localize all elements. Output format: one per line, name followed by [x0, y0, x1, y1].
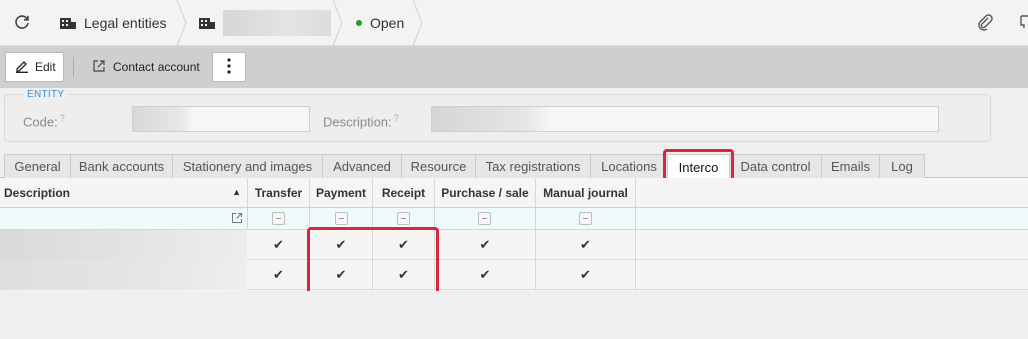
filter-checkbox-icon[interactable]	[478, 212, 491, 225]
table-row[interactable]: ✔ ✔ ✔ ✔ ✔	[0, 260, 1028, 290]
manual-journal-cell[interactable]: ✔	[536, 260, 636, 290]
purchase-sale-cell[interactable]: ✔	[435, 230, 536, 260]
breadcrumb-legal-entities[interactable]: Legal entities	[60, 0, 167, 46]
tab-stationery-and-images[interactable]: Stationery and images	[172, 154, 323, 178]
breadcrumb-chevron-icon	[176, 0, 187, 46]
tab-interco[interactable]: Interco	[667, 154, 730, 179]
tab-log[interactable]: Log	[879, 154, 925, 178]
tab-resource[interactable]: Resource	[401, 154, 476, 178]
purchase-sale-cell[interactable]: ✔	[435, 260, 536, 290]
code-label-text: Code:	[23, 114, 58, 130]
transfer-cell[interactable]: ✔	[248, 230, 310, 260]
contact-account-label: Contact account	[113, 60, 200, 74]
description-help-icon[interactable]: ?	[394, 113, 399, 123]
breadcrumb-status[interactable]: Open	[356, 0, 404, 46]
table-row[interactable]: ✔ ✔ ✔ ✔ ✔	[0, 230, 1028, 260]
manual-journal-cell[interactable]: ✔	[536, 230, 636, 260]
more-options-button[interactable]	[212, 52, 246, 82]
building-icon	[60, 15, 76, 32]
external-link-icon	[92, 59, 106, 76]
transfer-cell[interactable]: ✔	[248, 260, 310, 290]
redacted-description-cell	[0, 260, 247, 290]
filter-checkbox-icon[interactable]	[579, 212, 592, 225]
tab-advanced[interactable]: Advanced	[322, 154, 402, 178]
tab-data-control[interactable]: Data control	[729, 154, 822, 178]
column-header-receipt[interactable]: Receipt	[373, 178, 435, 208]
purchase-sale-filter[interactable]	[435, 208, 536, 230]
receipt-filter[interactable]	[373, 208, 435, 230]
status-dot-icon	[356, 20, 362, 26]
column-header-description[interactable]: Description ▲	[0, 178, 248, 208]
contact-account-button[interactable]: Contact account	[92, 52, 200, 82]
column-header-manual-journal[interactable]: Manual journal	[536, 178, 636, 208]
payment-cell[interactable]: ✔	[310, 230, 373, 260]
building-icon	[199, 15, 215, 32]
description-field[interactable]	[431, 106, 939, 132]
column-header-purchase-sale[interactable]: Purchase / sale	[435, 178, 536, 208]
column-header-filler	[636, 178, 1028, 208]
tab-tax-registrations[interactable]: Tax registrations	[475, 154, 591, 178]
payment-cell[interactable]: ✔	[310, 260, 373, 290]
breadcrumb-bar: Legal entities Open	[0, 0, 1028, 46]
filter-checkbox-icon[interactable]	[397, 212, 410, 225]
filter-checkbox-icon[interactable]	[272, 212, 285, 225]
tab-strip: General Bank accounts Stationery and ima…	[0, 154, 1028, 179]
manual-journal-filter[interactable]	[536, 208, 636, 230]
tab-bank-accounts[interactable]: Bank accounts	[70, 154, 173, 178]
tab-emails[interactable]: Emails	[821, 154, 880, 178]
description-filter-input[interactable]	[0, 208, 248, 230]
status-label: Open	[370, 15, 405, 31]
code-help-icon[interactable]: ?	[60, 113, 65, 123]
redacted-description-cell	[0, 230, 247, 260]
column-header-transfer[interactable]: Transfer	[248, 178, 310, 208]
column-header-payment[interactable]: Payment	[310, 178, 373, 208]
open-external-icon[interactable]	[231, 212, 243, 227]
entity-group: ENTITY Code:? Description:?	[4, 89, 991, 142]
description-label-text: Description:	[323, 114, 392, 130]
description-label: Description:?	[323, 113, 399, 129]
breadcrumb-chevron-icon	[412, 0, 423, 46]
sort-ascending-icon[interactable]: ▲	[232, 187, 241, 197]
more-vertical-icon	[227, 57, 231, 77]
receipt-cell[interactable]: ✔	[373, 260, 435, 290]
redacted-entity-name	[223, 10, 331, 36]
code-field[interactable]	[132, 106, 310, 132]
breadcrumb-entity[interactable]	[199, 0, 331, 46]
edit-label: Edit	[35, 60, 56, 74]
tab-general[interactable]: General	[4, 154, 71, 178]
code-label: Code:?	[23, 113, 65, 129]
paperclip-icon[interactable]	[976, 13, 994, 34]
interco-grid: Description ▲ Transfer Payment Receipt P…	[0, 178, 1028, 291]
entity-group-title: ENTITY	[24, 89, 68, 100]
refresh-icon[interactable]	[12, 12, 32, 32]
breadcrumb-chevron-icon	[332, 0, 343, 46]
toolbar-divider	[73, 57, 74, 77]
filter-row	[0, 208, 1028, 230]
receipt-cell[interactable]: ✔	[373, 230, 435, 260]
redacted-description	[432, 107, 550, 131]
breadcrumb-label: Legal entities	[84, 15, 167, 31]
column-header-label: Description	[4, 185, 71, 200]
redacted-code	[133, 107, 193, 131]
transfer-filter[interactable]	[248, 208, 310, 230]
edit-button[interactable]: Edit	[5, 52, 64, 82]
tab-locations[interactable]: Locations	[590, 154, 668, 178]
filter-checkbox-icon[interactable]	[335, 212, 348, 225]
action-toolbar: Edit Contact account	[0, 46, 1028, 88]
empty-area	[0, 291, 1028, 339]
payment-filter[interactable]	[310, 208, 373, 230]
pencil-icon	[15, 59, 29, 76]
comment-icon[interactable]	[1020, 13, 1028, 34]
